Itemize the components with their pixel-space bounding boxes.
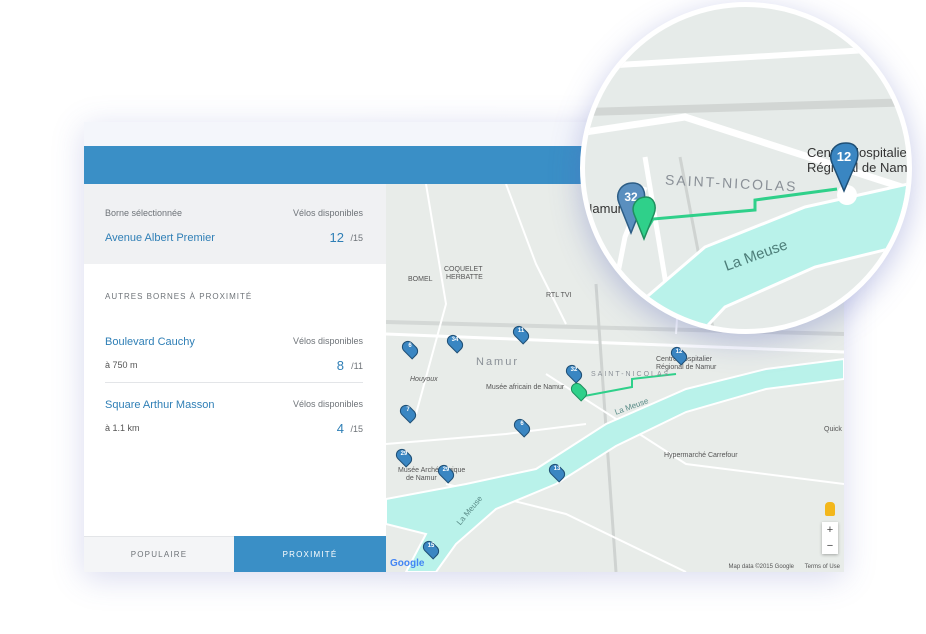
nearby-bikes-label: Vélos disponibles bbox=[292, 336, 363, 346]
map-marker-label: 34 bbox=[451, 337, 459, 343]
nearby-station-name[interactable]: Boulevard Cauchy bbox=[105, 336, 195, 348]
selected-bikes-label: Vélos disponibles bbox=[292, 208, 363, 218]
map-marker-label: 15 bbox=[427, 543, 435, 549]
marker-12-icon: 12 bbox=[830, 142, 859, 193]
selected-marker-icon bbox=[632, 196, 656, 242]
map-label-houyoux: Houyoux bbox=[410, 376, 438, 383]
map-marker-label: 12 bbox=[675, 349, 683, 355]
street-view-pegman-icon[interactable] bbox=[825, 502, 835, 516]
map-label-bomel: BOMEL bbox=[408, 276, 433, 283]
nearby-station-name[interactable]: Square Arthur Masson bbox=[105, 399, 214, 411]
selected-count: 12 bbox=[329, 230, 344, 245]
selected-total: /15 bbox=[350, 233, 363, 243]
marker-12-text: 12 bbox=[837, 149, 851, 164]
magnifier-markers: 32 12 bbox=[617, 142, 859, 242]
nearby-total: /15 bbox=[350, 424, 363, 434]
selected-station-panel: Borne sélectionnée Vélos disponibles Ave… bbox=[84, 184, 386, 264]
nearby-total: /11 bbox=[351, 361, 363, 371]
map-label-hypermarche: Hypermarché Carrefour bbox=[664, 452, 738, 459]
selected-heading: Borne sélectionnée bbox=[105, 208, 183, 218]
map-label-quick: Quick bbox=[824, 426, 842, 433]
map-magnifier: Namur SAINT-NICOLAS Centre Hospitalier R… bbox=[580, 2, 912, 334]
map-marker-label: 6 bbox=[408, 343, 412, 349]
map-label-saint-nicolas: SAINT-NICOLAS bbox=[591, 371, 671, 378]
map-marker-label: 13 bbox=[553, 466, 561, 472]
map-marker-label: 32 bbox=[570, 367, 578, 373]
nearby-distance: à 750 m bbox=[105, 360, 138, 370]
nearby-count: 8 bbox=[336, 358, 344, 373]
map-label-namur: Namur bbox=[476, 356, 520, 368]
map-label-musee-arch-1: Musée Archéologique bbox=[398, 467, 466, 474]
zoom-out-button[interactable]: − bbox=[822, 538, 838, 554]
zoom-in-button[interactable]: + bbox=[822, 522, 838, 538]
nearby-bikes-label: Vélos disponibles bbox=[292, 399, 363, 409]
map-data-credit: Map data ©2015 Google bbox=[728, 564, 794, 570]
map-label-herbatte: HERBATTE bbox=[446, 274, 483, 281]
map-label-musee-arch-2: de Namur bbox=[406, 475, 437, 482]
zoom-control: + − bbox=[822, 522, 838, 554]
map-marker-label: 29 bbox=[400, 451, 408, 457]
sidebar: Borne sélectionnée Vélos disponibles Ave… bbox=[84, 184, 386, 572]
google-logo: Google bbox=[390, 558, 425, 569]
map-marker-label: 29 bbox=[442, 467, 450, 473]
nearby-distance: à 1.1 km bbox=[105, 423, 140, 433]
divider bbox=[105, 382, 363, 383]
nearby-count: 4 bbox=[336, 421, 344, 436]
map-marker-label: 6 bbox=[520, 421, 524, 427]
map-marker-label: 11 bbox=[517, 328, 525, 334]
nearby-section-title: AUTRES BORNES À PROXIMITÉ bbox=[105, 292, 253, 301]
map-label-rtl: RTL TVI bbox=[546, 292, 572, 299]
map-marker-label: 7 bbox=[406, 407, 410, 413]
map-label-coquelet: COQUELET bbox=[444, 266, 483, 273]
selected-station-name[interactable]: Avenue Albert Premier bbox=[105, 232, 215, 244]
terms-link[interactable]: Terms of Use bbox=[805, 564, 840, 570]
tab-proximity[interactable]: PROXIMITÉ bbox=[234, 536, 386, 572]
map-label-centre-2: Régional de Namur bbox=[656, 364, 717, 371]
tab-popular[interactable]: POPULAIRE bbox=[84, 536, 234, 572]
tab-bar: POPULAIRE PROXIMITÉ bbox=[84, 536, 386, 572]
map-label-musee-africain: Musée africain de Namur bbox=[486, 384, 565, 391]
